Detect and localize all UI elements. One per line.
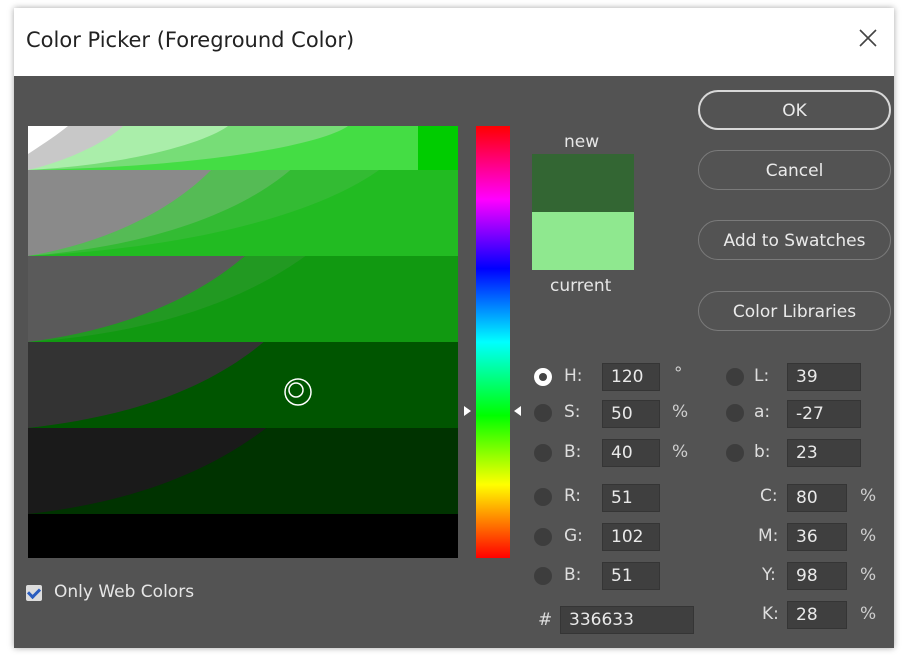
brightness-field[interactable]: 40	[602, 439, 660, 467]
yellow-unit: %	[860, 565, 877, 585]
red-label: R:	[564, 486, 582, 506]
brightness-radio[interactable]	[534, 444, 552, 462]
hue-radio[interactable]	[534, 368, 552, 386]
dialog-title: Color Picker (Foreground Color)	[26, 28, 355, 52]
saturation-radio[interactable]	[534, 404, 552, 422]
lightness-field[interactable]: 39	[787, 363, 861, 391]
add-to-swatches-button[interactable]: Add to Swatches	[698, 220, 891, 260]
hue-unit: °	[674, 364, 683, 384]
current-color-swatch[interactable]	[532, 212, 634, 270]
current-label: current	[550, 276, 612, 296]
close-icon[interactable]	[852, 22, 884, 54]
hue-label: H:	[564, 366, 583, 386]
hex-label: #	[538, 610, 553, 630]
color-picker-dialog: Color Picker (Foreground Color) new curr…	[14, 8, 894, 648]
new-label: new	[564, 132, 600, 152]
green-label: G:	[564, 526, 583, 546]
cyan-unit: %	[860, 486, 877, 506]
cyan-field[interactable]: 80	[787, 484, 847, 512]
b-channel-label: b:	[754, 442, 771, 462]
black-field[interactable]: 28	[787, 601, 847, 629]
yellow-label: Y:	[762, 565, 776, 585]
red-radio[interactable]	[534, 488, 552, 506]
hue-field[interactable]: 120	[602, 363, 660, 391]
color-libraries-button[interactable]: Color Libraries	[698, 291, 891, 331]
hex-field[interactable]: 336633	[560, 606, 694, 634]
red-field[interactable]: 51	[602, 484, 660, 512]
saturation-label: S:	[564, 402, 581, 422]
hue-slider[interactable]	[476, 126, 510, 558]
new-color-swatch	[532, 154, 634, 212]
only-web-colors-label: Only Web Colors	[54, 582, 195, 602]
color-field-steps	[28, 126, 458, 558]
green-field[interactable]: 102	[602, 523, 660, 551]
a-channel-label: a:	[754, 402, 771, 422]
ok-button[interactable]: OK	[698, 90, 891, 130]
blue-field[interactable]: 51	[602, 562, 660, 590]
brightness-unit: %	[672, 442, 689, 462]
magenta-unit: %	[860, 526, 877, 546]
saturation-field[interactable]: 50	[602, 400, 660, 428]
cyan-label: C:	[760, 486, 778, 506]
b-channel-field[interactable]: 23	[787, 439, 861, 467]
hue-slider-handle-right[interactable]	[514, 406, 521, 416]
hue-slider-handle-left[interactable]	[464, 406, 471, 416]
a-channel-radio[interactable]	[726, 404, 744, 422]
yellow-field[interactable]: 98	[787, 562, 847, 590]
b-channel-radio[interactable]	[726, 444, 744, 462]
title-bar: Color Picker (Foreground Color)	[14, 8, 894, 76]
black-unit: %	[860, 604, 877, 624]
brightness-label: B:	[564, 442, 582, 462]
only-web-colors-checkbox[interactable]	[26, 585, 42, 601]
blue-label: B:	[564, 565, 582, 585]
black-label: K:	[762, 604, 779, 624]
saturation-unit: %	[672, 402, 689, 422]
lightness-radio[interactable]	[726, 368, 744, 386]
a-channel-field[interactable]: -27	[787, 400, 861, 428]
lightness-label: L:	[754, 366, 770, 386]
blue-radio[interactable]	[534, 567, 552, 585]
cancel-button[interactable]: Cancel	[698, 150, 891, 190]
magenta-field[interactable]: 36	[787, 523, 847, 551]
color-field[interactable]	[28, 126, 458, 558]
green-radio[interactable]	[534, 528, 552, 546]
magenta-label: M:	[758, 526, 779, 546]
